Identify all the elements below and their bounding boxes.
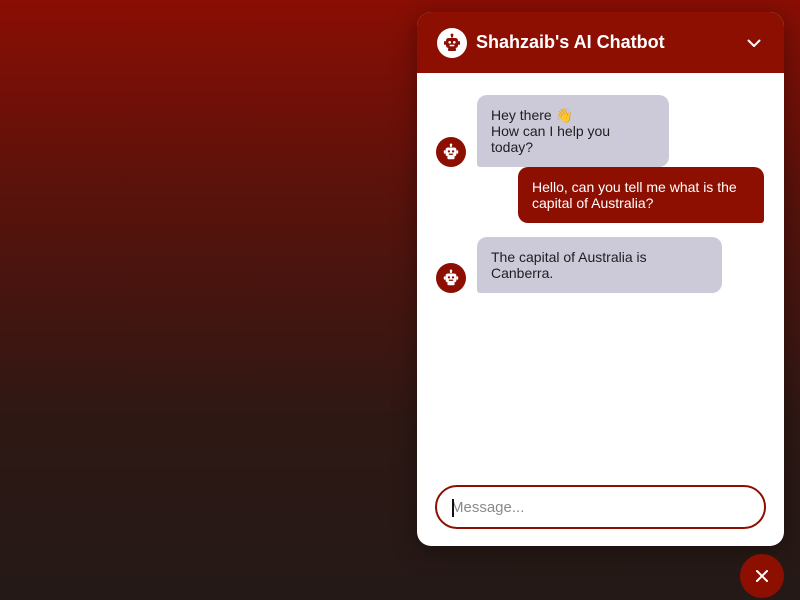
robot-icon	[436, 137, 466, 167]
chatbot-window: Shahzaib's AI Chatbot Hey there 👋 How ca…	[417, 12, 784, 546]
chat-body[interactable]: Hey there 👋 How can I help you today? He…	[417, 73, 784, 546]
chat-header: Shahzaib's AI Chatbot	[417, 12, 784, 73]
user-message-text: Hello, can you tell me what is the capit…	[518, 167, 764, 223]
message-input[interactable]	[451, 498, 750, 516]
message-composer[interactable]	[435, 485, 766, 529]
text-cursor	[452, 499, 454, 517]
bot-message-text: Hey there 👋 How can I help you today?	[477, 95, 669, 167]
bot-message: The capital of Australia is Canberra.	[436, 237, 722, 293]
collapse-button[interactable]	[740, 29, 768, 57]
robot-icon	[436, 263, 466, 293]
bot-message-text: The capital of Australia is Canberra.	[477, 237, 722, 293]
close-icon	[756, 570, 768, 582]
bot-message: Hey there 👋 How can I help you today?	[436, 95, 669, 167]
chevron-down-icon	[747, 39, 761, 47]
user-message: Hello, can you tell me what is the capit…	[518, 167, 764, 223]
robot-icon	[437, 27, 467, 58]
chatbot-toggle-button[interactable]	[740, 554, 784, 598]
chatbot-title: Shahzaib's AI Chatbot	[476, 32, 665, 52]
